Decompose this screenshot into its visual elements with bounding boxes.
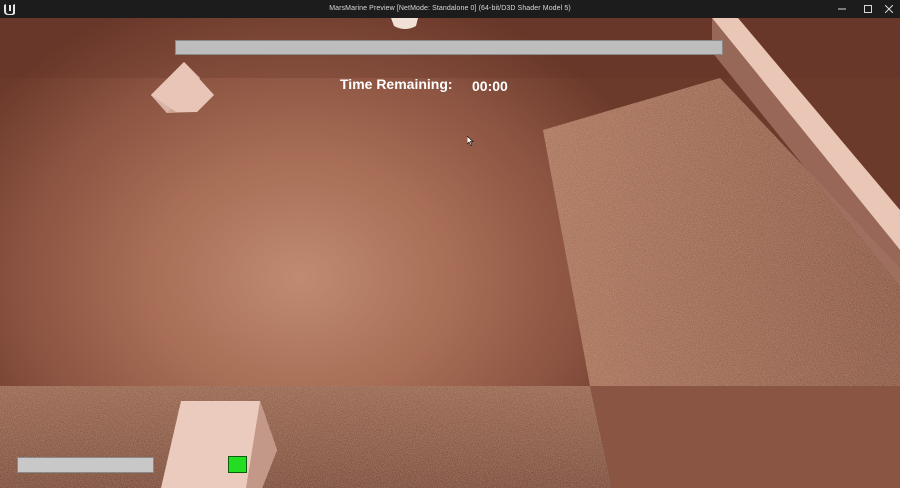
- floor-bottom-right: [590, 386, 900, 488]
- game-window: MarsMarine Preview [NetMode: Standalone …: [0, 0, 900, 488]
- close-icon: [885, 5, 893, 13]
- crate-cube-bottom: [161, 401, 277, 488]
- health-bar: [17, 457, 154, 473]
- window-title: MarsMarine Preview [NetMode: Standalone …: [329, 5, 571, 12]
- title-bar: MarsMarine Preview [NetMode: Standalone …: [0, 0, 900, 18]
- status-indicator: [228, 456, 247, 473]
- minimize-icon: [838, 8, 846, 10]
- time-remaining-label: Time Remaining:: [340, 76, 453, 92]
- maximize-icon: [864, 5, 872, 13]
- maximize-button[interactable]: [857, 0, 879, 18]
- gravel-floor-right: [543, 78, 900, 388]
- progress-bar-top: [175, 40, 723, 55]
- time-remaining-value: 00:00: [472, 78, 508, 94]
- minimize-button[interactable]: [831, 0, 853, 18]
- close-button[interactable]: [878, 0, 900, 18]
- mouse-cursor-icon: [467, 136, 474, 146]
